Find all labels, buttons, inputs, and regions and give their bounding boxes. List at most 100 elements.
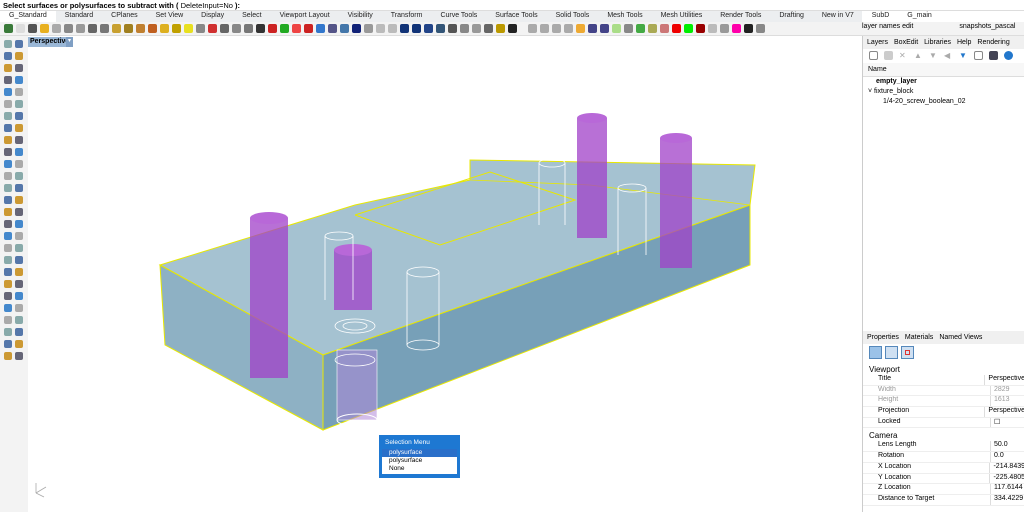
left-tool-icon[interactable] xyxy=(4,112,12,120)
left-tool-icon[interactable] xyxy=(4,316,12,324)
left-tool-icon[interactable] xyxy=(4,160,12,168)
tab-new-in-v7[interactable]: New in V7 xyxy=(813,11,863,22)
toolbar-tool-icon[interactable] xyxy=(256,24,265,33)
camera-icon[interactable] xyxy=(869,346,882,359)
toolbar-tool-icon[interactable] xyxy=(40,24,49,33)
help-icon[interactable] xyxy=(1004,51,1013,60)
toolbar-tool-icon[interactable] xyxy=(636,24,645,33)
toolbar-tool-icon[interactable] xyxy=(388,24,397,33)
left-tool-icon[interactable] xyxy=(15,340,23,348)
toolbar-tool-icon[interactable] xyxy=(528,24,537,33)
left-tool-icon[interactable] xyxy=(4,232,12,240)
left-tool-icon[interactable] xyxy=(15,220,23,228)
tab-subd[interactable]: SubD xyxy=(863,11,899,22)
left-tool-icon[interactable] xyxy=(4,172,12,180)
toolbar-tool-icon[interactable] xyxy=(460,24,469,33)
filter-icon[interactable]: ▼ xyxy=(959,51,968,60)
tab-curve-tools[interactable]: Curve Tools xyxy=(431,11,486,22)
toolbar-tool-icon[interactable] xyxy=(304,24,313,33)
left-tool-icon[interactable] xyxy=(15,124,23,132)
toolbar-tool-icon[interactable] xyxy=(52,24,61,33)
tab-g-main[interactable]: G_main xyxy=(898,11,941,22)
left-tool-icon[interactable] xyxy=(4,40,12,48)
left-tool-icon[interactable] xyxy=(4,148,12,156)
property-value[interactable]: 1613 xyxy=(990,396,1010,407)
left-tool-icon[interactable] xyxy=(4,52,12,60)
tab-visibility[interactable]: Visibility xyxy=(339,11,382,22)
left-tool-icon[interactable] xyxy=(4,124,12,132)
toolbar-tool-icon[interactable] xyxy=(400,24,409,33)
move-up-icon[interactable]: ▲ xyxy=(914,51,923,60)
left-tool-icon[interactable] xyxy=(15,52,23,60)
selection-menu-item[interactable]: polysurface xyxy=(382,457,457,465)
toolbar-tool-icon[interactable] xyxy=(424,24,433,33)
left-tool-icon[interactable] xyxy=(15,160,23,168)
object-icon[interactable] xyxy=(885,346,898,359)
property-value[interactable]: ☐ xyxy=(990,417,1000,428)
tab-drafting[interactable]: Drafting xyxy=(770,11,813,22)
toolbar-tool-icon[interactable] xyxy=(696,24,705,33)
viewport-frame-icon[interactable] xyxy=(901,346,914,359)
toolbar-tool-icon[interactable] xyxy=(624,24,633,33)
left-tool-icon[interactable] xyxy=(15,280,23,288)
toolbar-tool-icon[interactable] xyxy=(136,24,145,33)
left-tool-icon[interactable] xyxy=(15,100,23,108)
toolbar-tool-icon[interactable] xyxy=(684,24,693,33)
property-value[interactable]: 117.6144 xyxy=(990,484,1023,494)
left-tool-icon[interactable] xyxy=(15,304,23,312)
tab-transform[interactable]: Transform xyxy=(382,11,432,22)
toolbar-tool-icon[interactable] xyxy=(708,24,717,33)
document-icon[interactable] xyxy=(974,51,983,60)
tab-set-view[interactable]: Set View xyxy=(147,11,193,22)
tab-libraries[interactable]: Libraries xyxy=(924,39,951,46)
tab-standard[interactable]: Standard xyxy=(56,11,102,22)
toolbar-tool-icon[interactable] xyxy=(184,24,193,33)
left-tool-icon[interactable] xyxy=(4,220,12,228)
left-tool-icon[interactable] xyxy=(4,304,12,312)
delete-input-option[interactable]: DeleteInput=No xyxy=(181,1,233,10)
copy-layer-icon[interactable] xyxy=(884,51,893,60)
toolbar-tool-icon[interactable] xyxy=(208,24,217,33)
toolbar-tool-icon[interactable] xyxy=(112,24,121,33)
viewport-dropdown[interactable]: ▾ xyxy=(66,37,73,47)
tab-layers[interactable]: Layers xyxy=(867,39,888,46)
toolbar-tool-icon[interactable] xyxy=(196,24,205,33)
left-tool-icon[interactable] xyxy=(4,328,12,336)
toolbar-tool-icon[interactable] xyxy=(268,24,277,33)
tab-boxedit[interactable]: BoxEdit xyxy=(894,39,918,46)
command-prompt[interactable]: Select surfaces or polysurfaces to subtr… xyxy=(0,0,1024,11)
left-tool-icon[interactable] xyxy=(15,64,23,72)
left-tool-icon[interactable] xyxy=(4,184,12,192)
toolbar-tool-icon[interactable] xyxy=(564,24,573,33)
left-tool-icon[interactable] xyxy=(15,172,23,180)
left-tool-icon[interactable] xyxy=(15,244,23,252)
toolbar-tool-icon[interactable] xyxy=(352,24,361,33)
toolbar-tool-icon[interactable] xyxy=(672,24,681,33)
toolbar-tool-icon[interactable] xyxy=(756,24,765,33)
toolbar-tool-icon[interactable] xyxy=(148,24,157,33)
tab-g-standard[interactable]: G_Standard xyxy=(0,11,56,22)
property-value[interactable]: 50.0 xyxy=(990,441,1008,452)
left-tool-icon[interactable] xyxy=(15,148,23,156)
toolbar-tool-icon[interactable] xyxy=(576,24,585,33)
left-tool-icon[interactable] xyxy=(15,76,23,84)
left-tool-icon[interactable] xyxy=(15,208,23,216)
toolbar-tool-icon[interactable] xyxy=(292,24,301,33)
move-left-icon[interactable]: ◀ xyxy=(944,51,953,60)
left-tool-icon[interactable] xyxy=(4,76,12,84)
toolbar-tool-icon[interactable] xyxy=(612,24,621,33)
left-tool-icon[interactable] xyxy=(4,244,12,252)
toolbar-tool-icon[interactable] xyxy=(172,24,181,33)
left-tool-icon[interactable] xyxy=(15,184,23,192)
toolbar-tool-icon[interactable] xyxy=(472,24,481,33)
tab-render-tools[interactable]: Render Tools xyxy=(711,11,770,22)
toolbar-tool-icon[interactable] xyxy=(280,24,289,33)
left-tool-icon[interactable] xyxy=(15,88,23,96)
toolbar-tool-icon[interactable] xyxy=(232,24,241,33)
toolbar-tool-icon[interactable] xyxy=(124,24,133,33)
toolbar-tool-icon[interactable] xyxy=(88,24,97,33)
toolbar-tool-icon[interactable] xyxy=(316,24,325,33)
toolbar-tool-icon[interactable] xyxy=(328,24,337,33)
tab-mesh-utilities[interactable]: Mesh Utilities xyxy=(652,11,712,22)
left-tool-icon[interactable] xyxy=(15,256,23,264)
